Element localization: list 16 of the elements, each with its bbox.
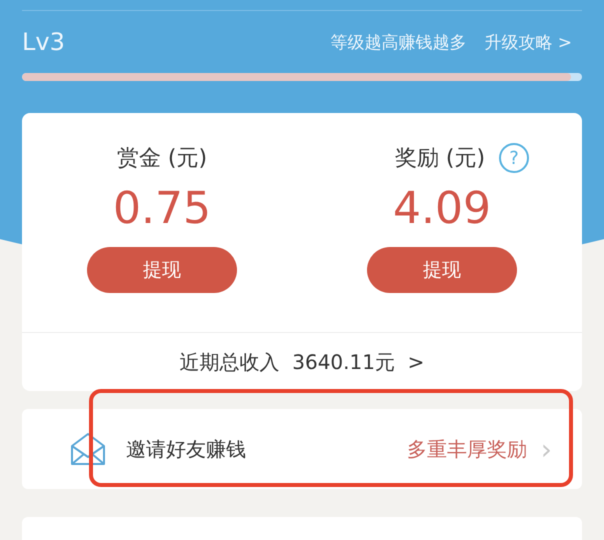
help-icon[interactable]: ? [499,143,530,173]
balance-label: 赏金 (元) [116,145,208,173]
withdraw-button[interactable]: 提现 [367,247,517,293]
level-hint: 等级越高赚钱越多 [330,32,466,54]
total-income-link[interactable]: 近期总收入 3640.11元 > [180,348,424,376]
balance-label: 奖励 (元) [394,145,486,173]
chevron-icon: › [540,432,552,466]
invite-row[interactable]: 邀请好友赚钱 多重丰厚奖励 › [22,409,582,489]
reward-text: 多重丰厚奖励 [406,436,527,462]
level-label: Lv3 [22,28,66,56]
upgrade-guide-link[interactable]: 升级攻略 > [484,30,572,54]
envelope-icon [70,432,106,466]
balance-amount: 0.75 [113,182,211,236]
balance-amount: 4.09 [393,182,491,236]
withdraw-button[interactable]: 提现 [87,247,237,293]
invite-title: 邀请好友赚钱 [126,436,247,462]
